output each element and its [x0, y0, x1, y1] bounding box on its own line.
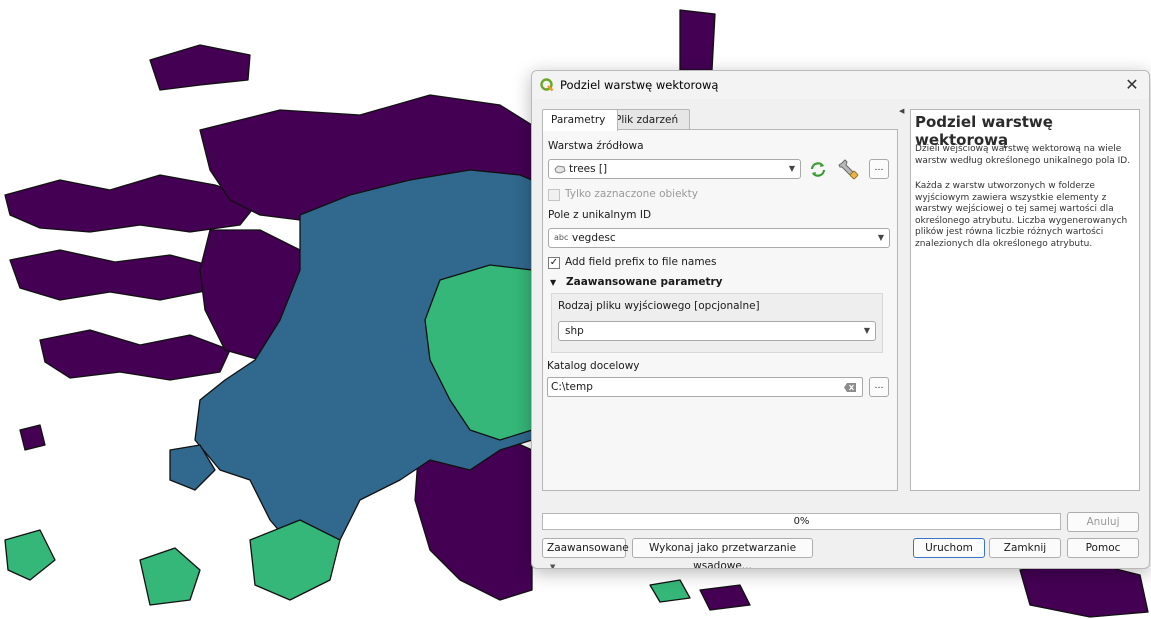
chevron-down-icon: ▼ — [877, 233, 884, 242]
selected-only-label: Tylko zaznaczone obiekty — [565, 188, 698, 200]
map-polygon-green — [649, 579, 691, 603]
chevron-down-icon: ▼ — [788, 164, 795, 173]
dialog-title: Podziel warstwę wektorową — [560, 78, 719, 92]
output-type-label: Rodzaj pliku wyjściowego [opcjonalne] — [558, 300, 760, 312]
map-polygon-purple — [9, 249, 221, 301]
destination-folder-browse-button[interactable]: … — [869, 377, 889, 397]
close-icon[interactable]: ✕ — [1121, 74, 1143, 96]
map-polygon-green — [139, 547, 201, 606]
progress-bar: 0% — [542, 513, 1061, 530]
advanced-params-header[interactable]: Zaawansowane parametry — [566, 276, 723, 288]
map-polygon-green — [4, 529, 56, 581]
tab-parameters[interactable]: Parametry — [542, 109, 618, 131]
chevron-down-icon: ▼ — [863, 326, 870, 335]
add-prefix-checkbox[interactable]: ✓ — [548, 257, 560, 269]
progress-text: 0% — [793, 516, 810, 527]
source-layer-combo[interactable]: trees [] ▼ — [548, 159, 801, 179]
close-button[interactable]: Zamknij — [989, 538, 1061, 558]
run-as-batch-button[interactable]: Wykonaj jako przetwarzanie wsadowe... — [632, 538, 813, 568]
add-prefix-label: Add field prefix to file names — [565, 256, 717, 268]
help-paragraph-2: Każda z warstw utworzonych w folderze wy… — [915, 181, 1128, 249]
collapse-triangle-icon[interactable]: ▼ — [550, 278, 556, 287]
help-panel: Podziel warstwę wektorową Dzieli wejścio… — [910, 109, 1140, 491]
tab-log[interactable]: Plik zdarzeń — [606, 109, 690, 130]
map-polygon-purple — [699, 584, 751, 611]
clear-icon[interactable] — [844, 383, 856, 392]
help-paragraph-1: Dzieli wejściową warstwę wektorową na wi… — [915, 144, 1131, 166]
iterate-over-features-icon[interactable] — [808, 160, 828, 179]
map-polygon-purple — [19, 424, 46, 451]
text-field-icon: abc — [554, 233, 569, 242]
destination-folder-label: Katalog docelowy — [547, 360, 640, 372]
help-button[interactable]: Pomoc — [1067, 538, 1139, 558]
source-layer-label: Warstwa źródłowa — [548, 140, 644, 152]
qgis-logo-icon — [540, 78, 554, 92]
map-polygon-purple — [39, 329, 231, 381]
unique-field-label: Pole z unikalnym ID — [548, 209, 652, 221]
chevron-down-icon: ▼ — [550, 563, 556, 569]
collapse-panel-icon[interactable]: ◀ — [899, 107, 904, 115]
advanced-params-group: Rodzaj pliku wyjściowego [opcjonalne] sh… — [551, 293, 883, 353]
source-layer-more-button[interactable]: … — [869, 159, 889, 179]
map-polygon-purple — [679, 9, 716, 71]
advanced-dropdown-button[interactable]: Zaawansowane ▼ — [542, 538, 629, 568]
dialog-titlebar[interactable]: Podziel warstwę wektorową ✕ — [532, 71, 1149, 99]
cancel-button[interactable]: Anuluj — [1067, 512, 1139, 532]
output-type-combo[interactable]: shp ▼ — [558, 321, 876, 341]
run-button[interactable]: Uruchom — [913, 538, 985, 558]
destination-folder-input[interactable]: C:\temp — [547, 377, 863, 397]
unique-field-combo[interactable]: abc vegdesc ▼ — [548, 228, 890, 248]
map-polygon-purple — [149, 44, 251, 91]
selected-only-checkbox[interactable] — [548, 189, 560, 201]
polygon-layer-icon — [554, 165, 566, 174]
wrench-icon[interactable] — [838, 158, 860, 180]
split-vector-layer-dialog: Podziel warstwę wektorową ✕ Parametry Pl… — [531, 70, 1150, 569]
